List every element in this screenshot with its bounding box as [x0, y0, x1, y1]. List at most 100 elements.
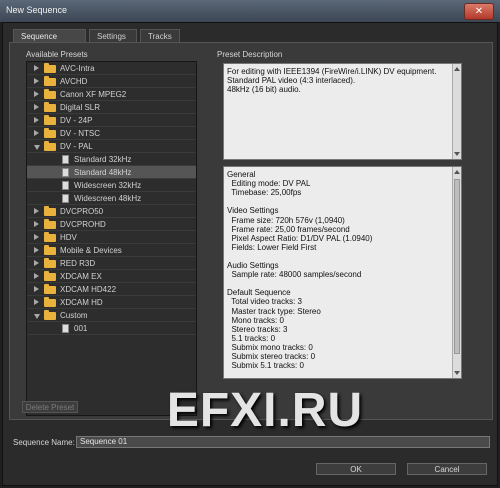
scroll-up-icon[interactable]: [454, 67, 460, 71]
details-line: General: [227, 170, 256, 179]
expand-closed-icon[interactable]: [34, 234, 39, 240]
folder-icon: [44, 258, 56, 268]
folder-icon: [44, 245, 56, 255]
available-presets-label: Available Presets: [26, 50, 88, 59]
preset-item[interactable]: 001: [27, 322, 196, 335]
close-button[interactable]: ✕: [464, 3, 494, 20]
description-line: Standard PAL video (4:3 interlaced).: [227, 76, 356, 85]
folder-icon: [44, 297, 56, 307]
details-line: Submix 5.1 tracks: 0: [227, 361, 304, 371]
expand-closed-icon[interactable]: [34, 273, 39, 279]
preset-label: Widescreen 48kHz: [74, 194, 142, 203]
ok-button[interactable]: OK: [316, 463, 396, 475]
expand-closed-icon[interactable]: [34, 260, 39, 266]
preset-item[interactable]: Widescreen 48kHz: [27, 192, 196, 205]
description-scrollbar[interactable]: [452, 64, 461, 159]
expand-closed-icon[interactable]: [34, 78, 39, 84]
scroll-down-icon[interactable]: [454, 371, 460, 375]
preset-label: Digital SLR: [60, 103, 101, 112]
preset-folder[interactable]: RED R3D: [27, 257, 196, 270]
scroll-thumb[interactable]: [454, 179, 460, 354]
preset-label: RED R3D: [60, 259, 96, 268]
preset-folder[interactable]: XDCAM EX: [27, 270, 196, 283]
folder-icon: [44, 76, 56, 86]
details-line: Video Settings: [227, 206, 279, 216]
preset-label: DV - PAL: [60, 142, 93, 151]
preset-folder[interactable]: AVC-Intra: [27, 62, 196, 75]
tab-settings[interactable]: Settings: [89, 29, 137, 42]
preset-file-icon: [62, 155, 69, 164]
delete-preset-button[interactable]: Delete Preset: [22, 401, 78, 413]
scroll-down-icon[interactable]: [454, 152, 460, 156]
preset-label: 001: [74, 324, 88, 333]
preset-tree[interactable]: AVC-Intra AVCHD Canon XF MPEG2 Digital SLR D…: [26, 61, 197, 416]
preset-file-icon: [62, 194, 69, 203]
expand-open-icon[interactable]: [34, 314, 40, 319]
expand-closed-icon[interactable]: [34, 104, 39, 110]
folder-icon: [44, 102, 56, 112]
details-line: Audio Settings: [227, 261, 279, 270]
folder-icon: [44, 63, 56, 73]
preset-details-box: General Editing mode: DV PAL Timebase: 2…: [223, 166, 462, 379]
folder-icon: [44, 284, 56, 294]
preset-file-icon: [62, 181, 69, 190]
preset-label: DV - 24P: [60, 116, 93, 125]
preset-folder[interactable]: HDV: [27, 231, 196, 244]
preset-folder[interactable]: XDCAM HD: [27, 296, 196, 309]
preset-folder[interactable]: DV - 24P: [27, 114, 196, 127]
cancel-button[interactable]: Cancel: [407, 463, 487, 475]
expand-closed-icon[interactable]: [34, 247, 39, 253]
expand-open-icon[interactable]: [34, 145, 40, 150]
preset-folder[interactable]: DVCPRO50: [27, 205, 196, 218]
folder-icon: [44, 219, 56, 229]
details-line: Stereo tracks: 3: [227, 324, 288, 334]
watermark-text: EFXI.RU: [166, 384, 364, 437]
expand-closed-icon[interactable]: [34, 208, 39, 214]
folder-icon: [44, 141, 56, 151]
preset-folder[interactable]: Canon XF MPEG2: [27, 88, 196, 101]
preset-label: XDCAM HD: [60, 298, 103, 307]
description-line: For editing with IEEE1394 (FireWire/i.LI…: [227, 67, 437, 76]
preset-item[interactable]: Standard 48kHz: [27, 166, 196, 179]
title-bar: New Sequence ✕: [0, 0, 500, 22]
folder-icon: [44, 310, 56, 320]
preset-folder[interactable]: DV - PAL: [27, 140, 196, 153]
preset-label: Standard 48kHz: [74, 168, 132, 177]
details-line: Submix stereo tracks: 0: [227, 352, 316, 361]
expand-closed-icon[interactable]: [34, 299, 39, 305]
details-line: 5.1 tracks: 0: [227, 333, 276, 343]
expand-closed-icon[interactable]: [34, 91, 39, 97]
preset-description-label: Preset Description: [217, 50, 283, 59]
expand-closed-icon[interactable]: [34, 221, 39, 227]
preset-label: Canon XF MPEG2: [60, 90, 127, 99]
window-title: New Sequence: [6, 5, 68, 15]
details-scrollbar[interactable]: [452, 167, 461, 378]
details-line: Editing mode: DV PAL: [227, 179, 311, 189]
tab-sequence-presets[interactable]: Sequence Presets: [13, 29, 86, 54]
preset-folder[interactable]: DVCPROHD: [27, 218, 196, 231]
preset-description-box: For editing with IEEE1394 (FireWire/i.LI…: [223, 63, 462, 160]
preset-file-icon: [62, 324, 69, 333]
preset-folder[interactable]: XDCAM HD422: [27, 283, 196, 296]
preset-label: DVCPROHD: [60, 220, 106, 229]
preset-folder[interactable]: AVCHD: [27, 75, 196, 88]
preset-folder[interactable]: DV - NTSC: [27, 127, 196, 140]
preset-folder[interactable]: Mobile & Devices: [27, 244, 196, 257]
preset-label: AVC-Intra: [60, 64, 95, 73]
details-line: Sample rate: 48000 samples/second: [227, 270, 362, 280]
expand-closed-icon[interactable]: [34, 117, 39, 123]
details-line: Pixel Aspect Ratio: D1/DV PAL (1.0940): [227, 233, 373, 243]
details-line: Default Sequence: [227, 288, 291, 298]
expand-closed-icon[interactable]: [34, 286, 39, 292]
preset-folder[interactable]: Custom: [27, 309, 196, 322]
scroll-up-icon[interactable]: [454, 170, 460, 174]
preset-label: Widescreen 32kHz: [74, 181, 142, 190]
preset-folder[interactable]: Digital SLR: [27, 101, 196, 114]
preset-item[interactable]: Standard 32kHz: [27, 153, 196, 166]
tab-tracks[interactable]: Tracks: [140, 29, 180, 42]
details-line: Submix mono tracks: 0: [227, 342, 313, 352]
expand-closed-icon[interactable]: [34, 130, 39, 136]
preset-label: DVCPRO50: [60, 207, 104, 216]
preset-item[interactable]: Widescreen 32kHz: [27, 179, 196, 192]
expand-closed-icon[interactable]: [34, 65, 39, 71]
